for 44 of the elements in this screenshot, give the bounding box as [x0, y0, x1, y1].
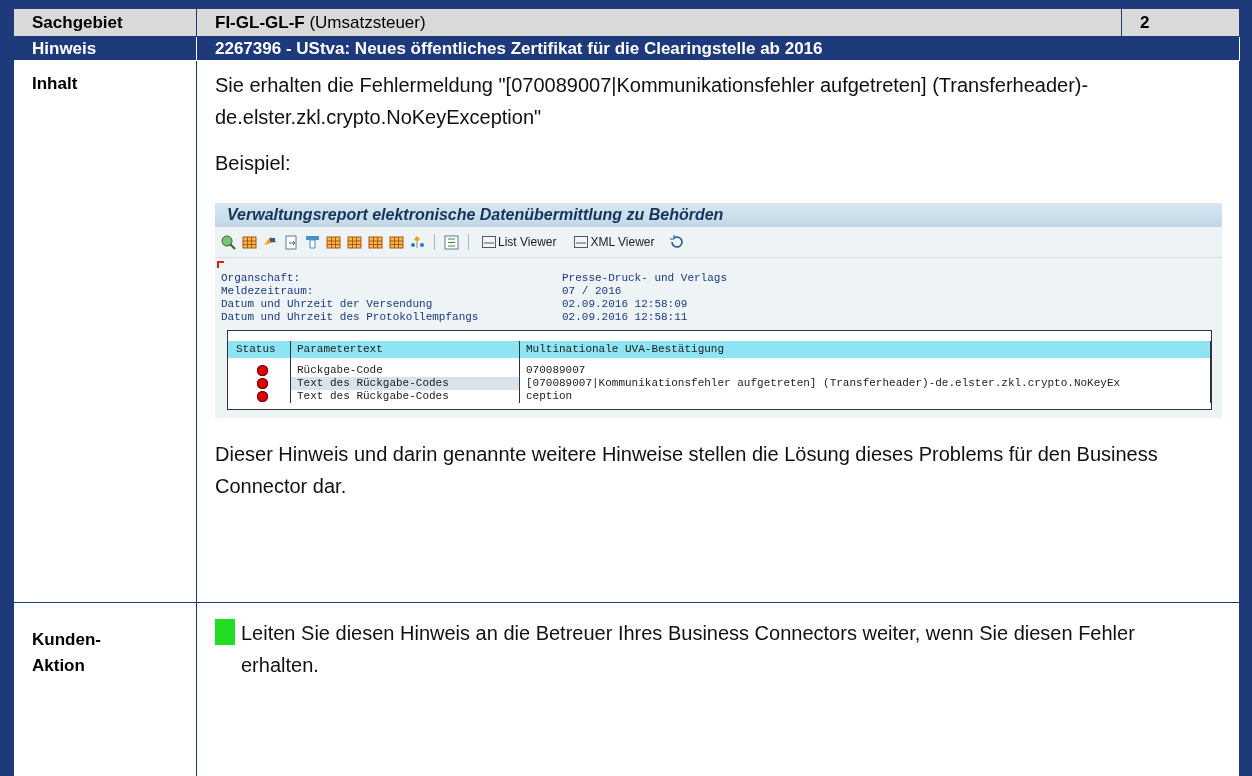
- grid-icon[interactable]: [242, 234, 257, 250]
- table-cell: [070089007|Kommunikationsfehler aufgetreten] (Transferheader)-de.elster.zkl.crypto.NoKeyEx: [520, 377, 1211, 390]
- grid-icon[interactable]: [389, 234, 404, 250]
- diagram-icon[interactable]: [410, 234, 425, 250]
- field-label: Meldezeitraum:: [221, 285, 315, 298]
- document-icon: [574, 236, 589, 248]
- column-header: Parametertext: [291, 341, 520, 358]
- list-icon[interactable]: [444, 234, 459, 250]
- grid-icon[interactable]: [326, 234, 341, 250]
- grid-icon[interactable]: [347, 234, 362, 250]
- note-title: 2267396 - UStva: Neues öffentliches Zertifikat für die Clearingstelle ab 2016: [215, 38, 823, 59]
- table-cell: Text des Rückgabe-Codes: [291, 377, 520, 390]
- document-icon[interactable]: [284, 234, 299, 250]
- grid-icon[interactable]: [368, 234, 383, 250]
- document-icon: [482, 236, 496, 248]
- toolbar-button[interactable]: List Viewer: [478, 235, 565, 249]
- field-value: Presse-Druck- und Verlags: [562, 272, 729, 285]
- corner-mark: [217, 261, 224, 268]
- column-header: Multinationale UVA-Bestätigung: [520, 341, 1211, 358]
- page-number: 2: [1140, 12, 1150, 33]
- field-value: 02.09.2016 12:58:11: [562, 311, 689, 324]
- column-header: Status: [228, 341, 291, 358]
- table-cell: 070089007: [520, 364, 1211, 377]
- paragraph: Sie erhalten die Fehlermeldung "[070089007|Kommunikationsfehler aufgetreten] (Transferheader)-de.elster.zkl.crypto.NoKeyException": [215, 73, 1090, 130]
- row-label: Sachgebiet: [32, 12, 123, 33]
- filter-icon[interactable]: [305, 234, 320, 250]
- subject-area: FI-GL-GL-F (Umsatzsteuer): [215, 12, 426, 33]
- toolbar-button[interactable]: XML Viewer: [570, 235, 663, 249]
- field-value: 02.09.2016 12:58:09: [562, 298, 689, 311]
- field-label: Organschaft:: [221, 272, 302, 285]
- field-label: Datum und Uhrzeit der Versendung: [221, 298, 434, 311]
- refresh-icon[interactable]: [668, 234, 684, 250]
- row-label: Inhalt: [32, 74, 78, 94]
- example-label: Beispiel:: [215, 151, 291, 176]
- magnifier-icon[interactable]: [221, 234, 236, 250]
- table-cell: ception: [520, 390, 1211, 403]
- paragraph: Leiten Sie diesen Hinweis an die Betreuer Ihres Business Connectors weiter, wenn Sie diesen Fehler erhalten.: [241, 621, 1136, 678]
- paragraph: Dieser Hinweis und darin genannte weitere Hinweise stellen die Lösung dieses Problems für den Business Connector dar.: [215, 442, 1159, 499]
- table-cell: Text des Rückgabe-Codes: [291, 390, 520, 403]
- row-label: Hinweis: [32, 38, 97, 59]
- field-value: 07 / 2016: [562, 285, 623, 298]
- row-label: Kunden- Aktion: [32, 629, 101, 677]
- field-label: Datum und Uhrzeit des Protokollempfangs: [221, 311, 480, 324]
- window-title: Verwaltungsreport elektronische Datenübermittlung zu Behörden: [227, 206, 724, 224]
